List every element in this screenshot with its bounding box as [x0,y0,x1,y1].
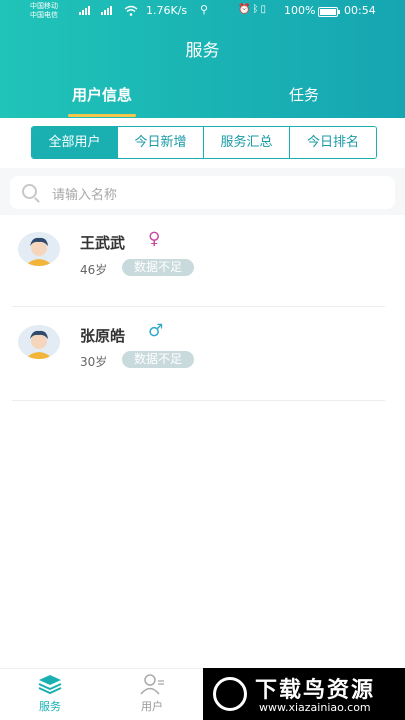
bird-logo-icon [213,677,247,711]
system-icons: ⏰ᛒ▯ [238,4,268,15]
tab-tasks[interactable]: 任务 [244,84,364,105]
user-list: 王武武 ♀ 46岁 数据不足 张原皓 ♂ 30岁 数据不足 [0,215,405,668]
filter-bar: 全部用户 今日新增 服务汇总 今日排名 [0,118,405,168]
search-input[interactable]: 请输入名称 [10,176,395,209]
active-tab-indicator [68,114,136,117]
nav-item-service[interactable]: 服务 [20,673,80,714]
signal-icon-2 [100,6,120,17]
alarm-icon: ⏰ [238,4,253,15]
nav-label-user: 用户 [141,700,163,713]
avatar [18,232,60,266]
avatar [18,325,60,359]
search-icon [22,184,37,199]
signal-icon [78,6,98,17]
user-name: 张原皓 [80,327,126,345]
user-icon [139,674,165,698]
list-item[interactable]: 张原皓 ♂ 30岁 数据不足 [12,309,385,401]
filter-today-new[interactable]: 今日新增 [118,127,204,158]
list-item[interactable]: 王武武 ♀ 46岁 数据不足 [12,215,385,307]
vibrate-icon: ▯ [260,4,268,15]
clock: 00:54 [344,4,376,17]
user-age: 46岁 [80,263,108,277]
wifi-icon [124,5,138,18]
tab-user-info[interactable]: 用户信息 [42,84,162,105]
status-badge: 数据不足 [122,351,195,368]
nav-item-user[interactable]: 用户 [122,673,182,714]
filter-service-summary[interactable]: 服务汇总 [204,127,290,158]
watermark-url: www.xiazainiao.com [259,701,371,714]
watermark-title: 下载鸟资源 [255,678,376,703]
search-placeholder: 请输入名称 [52,188,118,203]
status-bar: 中国移动 中国电信 1.76K/s ⚲ ⏰ᛒ▯ 100% 00:54 [0,0,405,24]
layers-icon [37,675,63,698]
battery-percent: 100% [284,4,316,17]
carrier-1: 中国移动 [30,2,58,10]
battery-icon [318,7,340,17]
status-badge: 数据不足 [122,259,195,276]
user-name: 王武武 [80,234,126,252]
page-title: 服务 [185,41,220,61]
carrier-2: 中国电信 [30,11,58,19]
usb-icon: ⚲ [200,3,209,16]
watermark-overlay: 下载鸟资源 www.xiazainiao.com [203,668,405,720]
nav-label-service: 服务 [39,700,61,713]
app-header: 中国移动 中国电信 1.76K/s ⚲ ⏰ᛒ▯ 100% 00:54 服务 用户… [0,0,405,118]
user-age: 30岁 [80,355,108,369]
filter-segmented-control: 全部用户 今日新增 服务汇总 今日排名 [31,126,377,159]
male-icon: ♂ [148,321,164,341]
filter-all-users[interactable]: 全部用户 [32,127,118,158]
carrier-labels: 中国移动 中国电信 [30,2,58,20]
network-speed: 1.76K/s [146,4,188,17]
filter-today-ranking[interactable]: 今日排名 [290,127,376,158]
female-icon: ♀ [148,229,161,249]
